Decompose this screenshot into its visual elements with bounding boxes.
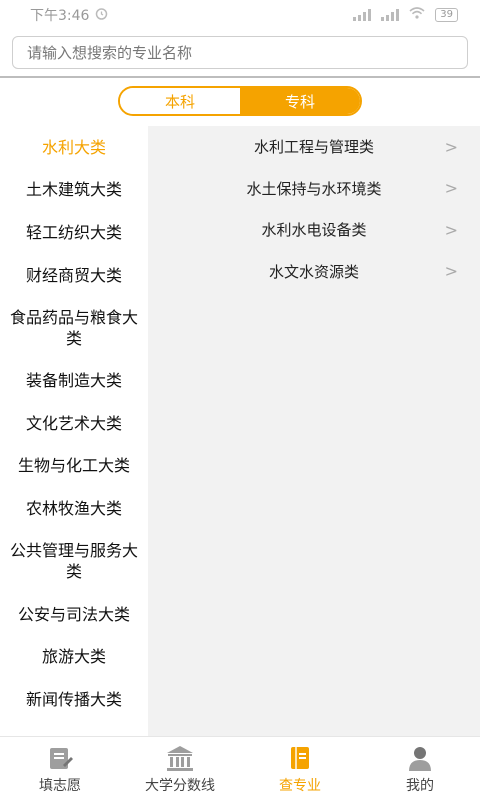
university-icon — [165, 743, 195, 773]
category-item-bio[interactable]: 生物与化工大类 — [0, 445, 148, 488]
subcategory-label: 水土保持与水环境类 — [246, 179, 382, 198]
subcategory-item[interactable]: 水土保持与水环境类 > — [148, 168, 480, 210]
status-right: 39 — [353, 7, 458, 23]
segment-junior-college[interactable]: 专科 — [240, 88, 360, 114]
subcategory-item[interactable]: 水利水电设备类 > — [148, 209, 480, 251]
nav-label: 查专业 — [279, 777, 321, 794]
signal-icon-2 — [381, 9, 400, 21]
category-item-water[interactable]: 水利大类 — [0, 126, 148, 169]
category-item-agriculture[interactable]: 农林牧渔大类 — [0, 487, 148, 530]
category-sidebar: 水利大类 土木建筑大类 轻工纺织大类 财经商贸大类 食品药品与粮食大类 装备制造… — [0, 126, 148, 736]
subcategory-panel: 水利工程与管理类 > 水土保持与水环境类 > 水利水电设备类 > 水文水资源类 … — [148, 126, 480, 736]
alarm-icon — [95, 7, 108, 24]
nav-profile[interactable]: 我的 — [360, 737, 480, 800]
subcategory-label: 水利工程与管理类 — [253, 138, 374, 157]
nav-label: 填志愿 — [39, 777, 81, 794]
subcategory-item[interactable]: 水利工程与管理类 > — [148, 126, 480, 168]
nav-label: 大学分数线 — [145, 777, 215, 794]
nav-fill-application[interactable]: 填志愿 — [0, 737, 120, 800]
search-input[interactable] — [12, 36, 468, 69]
book-icon — [285, 743, 315, 773]
category-item-finance[interactable]: 财经商贸大类 — [0, 254, 148, 297]
category-item-equipment[interactable]: 装备制造大类 — [0, 359, 148, 402]
segment-undergraduate[interactable]: 本科 — [120, 88, 240, 114]
category-item-police[interactable]: 公安与司法大类 — [0, 593, 148, 636]
category-item-food[interactable]: 食品药品与粮食大类 — [0, 296, 148, 359]
category-item-public[interactable]: 公共管理与服务大类 — [0, 530, 148, 593]
nav-search-major[interactable]: 查专业 — [240, 737, 360, 800]
category-item-tourism[interactable]: 旅游大类 — [0, 635, 148, 678]
bottom-nav: 填志愿 大学分数线 查专业 我的 — [0, 736, 480, 800]
chevron-right-icon: > — [444, 261, 458, 281]
search-bar — [12, 36, 468, 69]
header-divider — [0, 76, 480, 78]
category-item-arts[interactable]: 文化艺术大类 — [0, 402, 148, 445]
status-bar: 下午3:46 39 — [0, 0, 480, 30]
category-item-news[interactable]: 新闻传播大类 — [0, 678, 148, 721]
profile-icon — [405, 743, 435, 773]
subcategory-item[interactable]: 水文水资源类 > — [148, 251, 480, 293]
subcategory-label: 水文水资源类 — [268, 262, 359, 281]
status-time: 下午3:46 — [30, 8, 90, 24]
form-icon — [45, 743, 75, 773]
wifi-icon — [409, 7, 425, 23]
battery-icon: 39 — [435, 8, 458, 22]
status-left: 下午3:46 — [30, 5, 108, 25]
category-item-textile[interactable]: 轻工纺织大类 — [0, 211, 148, 254]
nav-label: 我的 — [406, 777, 434, 794]
category-item-civil[interactable]: 土木建筑大类 — [0, 169, 148, 212]
nav-university-scores[interactable]: 大学分数线 — [120, 737, 240, 800]
subcategory-label: 水利水电设备类 — [261, 221, 367, 240]
signal-icon — [353, 9, 372, 21]
chevron-right-icon: > — [444, 137, 458, 157]
degree-segmented-control: 本科 专科 — [118, 86, 362, 116]
chevron-right-icon: > — [444, 178, 458, 198]
chevron-right-icon: > — [444, 220, 458, 240]
